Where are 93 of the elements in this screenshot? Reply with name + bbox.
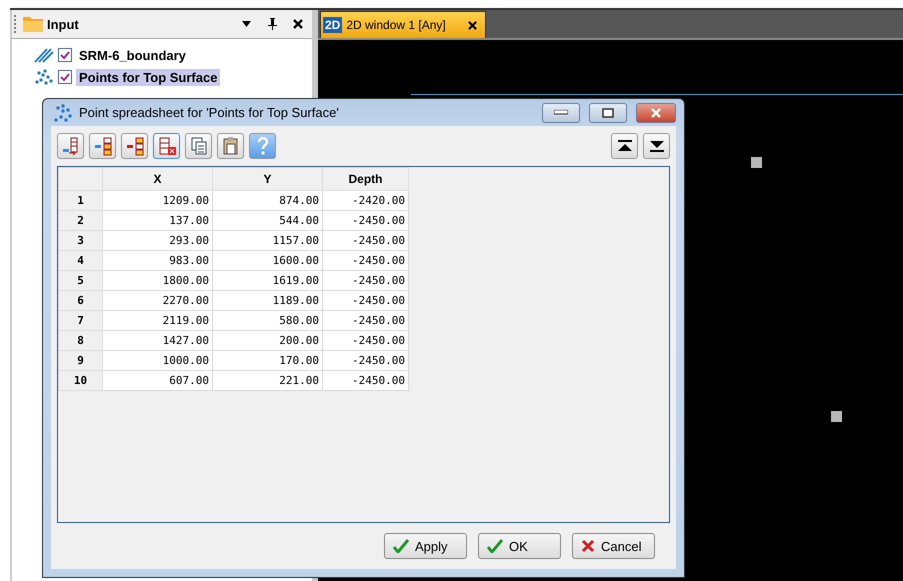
table-cell[interactable]: 293.00 (102, 230, 212, 250)
toolbar-button[interactable] (153, 133, 180, 159)
row-header[interactable]: 7 (58, 310, 102, 330)
check-icon (487, 539, 503, 553)
move-top-button[interactable] (611, 133, 638, 159)
check-icon (393, 539, 409, 553)
checkbox[interactable] (58, 70, 72, 84)
close-button[interactable] (636, 102, 676, 122)
table-cell[interactable]: -2450.00 (322, 270, 408, 290)
table-cell[interactable]: 2270.00 (102, 290, 212, 310)
insert-row-icon (92, 136, 112, 156)
checkbox[interactable] (58, 48, 72, 62)
table-cell[interactable]: -2450.00 (322, 290, 408, 310)
column-header[interactable]: Depth (322, 168, 408, 190)
row-header[interactable]: 8 (58, 330, 102, 350)
folder-icon (23, 16, 43, 32)
table-cell[interactable]: 1427.00 (102, 330, 212, 350)
table-cell[interactable]: 544.00 (212, 210, 322, 230)
paste-icon (220, 136, 240, 156)
table-cell[interactable]: 200.00 (212, 330, 322, 350)
table-cell[interactable]: 221.00 (212, 370, 322, 390)
delete-rows-icon (156, 136, 176, 156)
row-header[interactable]: 9 (58, 350, 102, 370)
table-cell[interactable]: -2450.00 (322, 350, 408, 370)
copy-icon (188, 136, 208, 156)
toolbar-button[interactable] (89, 133, 116, 159)
table-cell[interactable]: 1800.00 (102, 270, 212, 290)
row-header[interactable]: 3 (58, 230, 102, 250)
table-cell[interactable]: 170.00 (212, 350, 322, 370)
ok-button[interactable]: OK (478, 533, 561, 559)
append-row-icon (60, 136, 80, 156)
maximize-button[interactable] (589, 102, 627, 122)
column-header[interactable]: X (102, 168, 212, 190)
table-cell[interactable]: 607.00 (102, 370, 212, 390)
cancel-button[interactable]: Cancel (572, 533, 655, 559)
move-top-icon (618, 140, 632, 152)
row-header[interactable]: 10 (58, 370, 102, 390)
hatch-lines-icon (34, 47, 54, 63)
table-cell[interactable]: -2450.00 (322, 210, 408, 230)
insert-row-icon (124, 136, 144, 156)
table-cell[interactable]: 2119.00 (102, 310, 212, 330)
table-cell[interactable]: 580.00 (212, 310, 322, 330)
move-bottom-icon (650, 140, 664, 152)
maximize-icon (602, 108, 614, 118)
table-cell[interactable]: 137.00 (102, 210, 212, 230)
scatter-points-icon (53, 104, 73, 122)
toolbar-button[interactable] (185, 133, 212, 159)
help-button[interactable] (249, 133, 276, 159)
row-header[interactable]: 4 (58, 250, 102, 270)
row-header[interactable]: 6 (58, 290, 102, 310)
table-cell[interactable]: 983.00 (102, 250, 212, 270)
panel-title: Input (47, 16, 80, 32)
pin-icon[interactable] (268, 18, 276, 30)
table-cell[interactable]: -2450.00 (322, 370, 408, 390)
table-cell[interactable]: 1189.00 (212, 290, 322, 310)
caret-icon[interactable] (242, 21, 250, 27)
column-header[interactable]: Y (212, 168, 322, 190)
tab-badge: 2D (323, 17, 342, 33)
table-cell[interactable]: 1209.00 (102, 190, 212, 210)
minimize-button[interactable] (542, 102, 580, 122)
table-cell[interactable]: -2450.00 (322, 310, 408, 330)
toolbar-button[interactable] (217, 133, 244, 159)
table-cell[interactable]: 874.00 (212, 190, 322, 210)
row-header[interactable]: 2 (58, 210, 102, 230)
tree-item[interactable]: Points for Top Surface (76, 68, 220, 86)
toolbar-button[interactable] (121, 133, 148, 159)
close-icon (650, 108, 662, 118)
tree-item[interactable]: SRM-6_boundary (76, 46, 189, 64)
question-mark-icon (256, 137, 268, 155)
tab[interactable]: 2D 2D window 1 [Any] (320, 11, 486, 38)
row-header[interactable]: 5 (58, 270, 102, 290)
tab-label: 2D window 1 [Any] (346, 18, 446, 32)
minimize-icon (554, 110, 568, 115)
close-icon[interactable] (468, 20, 477, 30)
table-cell[interactable]: 1600.00 (212, 250, 322, 270)
table-cell[interactable]: -2450.00 (322, 250, 408, 270)
point-marker (831, 411, 842, 422)
table-cell[interactable]: 1000.00 (102, 350, 212, 370)
table-cell[interactable]: -2420.00 (322, 190, 408, 210)
dialog-title: Point spreadsheet for 'Points for Top Surface' (79, 105, 340, 120)
move-bottom-button[interactable] (643, 133, 670, 159)
table-cell[interactable]: -2450.00 (322, 330, 408, 350)
table-cell[interactable]: 1157.00 (212, 230, 322, 250)
table-cell[interactable]: 1619.00 (212, 270, 322, 290)
apply-button[interactable]: Apply (384, 533, 467, 559)
table-cell[interactable]: -2450.00 (322, 230, 408, 250)
cross-icon (581, 539, 595, 553)
toolbar-button[interactable] (57, 133, 84, 159)
row-header[interactable]: 1 (58, 190, 102, 210)
grip-icon[interactable] (14, 15, 19, 33)
scatter-points-icon (34, 69, 54, 85)
close-icon[interactable] (293, 19, 303, 29)
point-marker (751, 157, 762, 168)
